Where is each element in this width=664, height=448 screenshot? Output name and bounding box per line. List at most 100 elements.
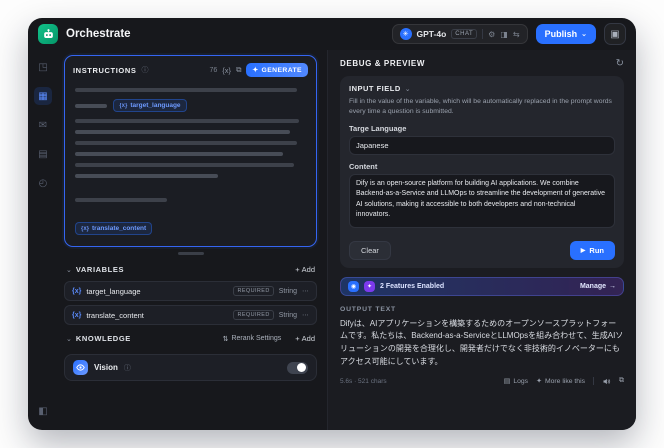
- content-textarea[interactable]: Dify is an open-source platform for buil…: [349, 173, 615, 228]
- copy-icon: ⧉: [619, 377, 624, 385]
- skeleton-line: [75, 141, 297, 145]
- variable-name: translate_content: [86, 310, 144, 320]
- nav-api-icon[interactable]: ✉: [34, 116, 52, 134]
- chevron-down-icon: ⌄: [404, 85, 411, 93]
- input-field-toggle[interactable]: INPUT FIELD ⌄: [349, 84, 615, 93]
- instructions-header: INSTRUCTIONS ⓘ 76 {x} ⧉ ✦ GENERATE: [65, 56, 316, 81]
- refresh-icon[interactable]: ↻: [616, 58, 624, 69]
- output-title: OUTPUT TEXT: [340, 305, 396, 313]
- copy-icon[interactable]: ⧉: [236, 65, 241, 75]
- action-row: Clear ▶ Run: [349, 240, 615, 260]
- skeleton-line: [75, 152, 283, 156]
- skeleton-line: [75, 174, 219, 178]
- add-variable-button[interactable]: + Add: [295, 265, 315, 274]
- robot-icon: [43, 28, 53, 38]
- model-params-icon[interactable]: ⚙: [488, 30, 495, 39]
- manage-features-button[interactable]: Manage →: [580, 283, 616, 290]
- debug-title: DEBUG & PREVIEW: [340, 59, 426, 68]
- logs-button[interactable]: ▤ Logs: [503, 377, 528, 386]
- add-knowledge-button[interactable]: + Add: [295, 334, 315, 343]
- main-area: ◳ ▦ ✉ ▤ ◴ ◧ INSTRUCTIONS ⓘ 76 {x} ⧉ ✦ GE…: [28, 50, 636, 430]
- prompt-body[interactable]: {x} target_language {x} translate_conten…: [65, 81, 316, 242]
- variable-name: target_language: [86, 286, 141, 296]
- output-meta: 5.6s · 521 chars: [340, 377, 387, 385]
- variable-menu-icon[interactable]: ⋯: [302, 311, 309, 319]
- variable-chip[interactable]: {x} target_language: [113, 99, 187, 112]
- plus-icon: +: [295, 265, 300, 274]
- screen: Orchestrate ✳ GPT-4o CHAT ⚙ ◨ ⇆ Publish …: [0, 0, 664, 448]
- logs-icon: ▤: [503, 378, 511, 386]
- variable-menu-icon[interactable]: ⋯: [302, 287, 309, 295]
- debug-header: DEBUG & PREVIEW ↻: [340, 58, 624, 69]
- target-language-label: Targe Language: [349, 123, 407, 133]
- word-count: 76: [209, 66, 218, 74]
- variable-chip-label: target_language: [130, 102, 181, 109]
- model-view-icon[interactable]: ◨: [500, 30, 508, 39]
- variable-row[interactable]: {x} translate_content REQUIRED String ⋯: [64, 305, 317, 325]
- feature-sparkle-icon: ✦: [364, 280, 375, 292]
- divider: [593, 377, 594, 386]
- chevron-down-icon[interactable]: ⌄: [66, 335, 72, 343]
- resize-handle[interactable]: [177, 252, 204, 255]
- manage-label: Manage: [579, 282, 606, 290]
- variable-row[interactable]: {x} target_language REQUIRED String ⋯: [64, 281, 317, 301]
- publish-button[interactable]: Publish ⌄: [535, 24, 596, 44]
- variable-insert-icon[interactable]: {x}: [222, 66, 231, 75]
- app-logo-icon: [38, 24, 58, 44]
- skeleton-line: [75, 119, 300, 123]
- knowledge-header: ⌄ KNOWLEDGE ⇅ Rerank Settings + Add: [64, 331, 317, 346]
- variable-chip-label: translate_content: [92, 225, 147, 232]
- variable-chip[interactable]: {x} translate_content: [75, 222, 153, 235]
- rerank-label: Rerank Settings: [231, 335, 282, 342]
- page-title: Orchestrate: [66, 28, 131, 40]
- generate-label: GENERATE: [261, 66, 302, 74]
- info-icon: ⓘ: [123, 364, 131, 372]
- add-label: Add: [301, 334, 315, 343]
- run-label: Run: [589, 245, 604, 255]
- generate-button[interactable]: ✦ GENERATE: [246, 63, 308, 77]
- divider: [482, 29, 484, 39]
- nav-orchestrate-icon[interactable]: ▦: [34, 87, 52, 105]
- variable-type: String: [278, 311, 297, 319]
- collapse-sidebar-icon[interactable]: ◧: [34, 402, 52, 420]
- rerank-settings-button[interactable]: ⇅ Rerank Settings: [223, 335, 282, 343]
- publish-label: Publish: [544, 29, 578, 39]
- nav-logs-icon[interactable]: ▤: [34, 145, 52, 163]
- extensions-button[interactable]: ▣: [604, 23, 626, 45]
- skeleton-line: [75, 88, 297, 92]
- vision-toggle[interactable]: [287, 361, 308, 374]
- skeleton-line: [75, 103, 108, 108]
- run-button[interactable]: ▶ Run: [569, 240, 615, 260]
- required-badge: REQUIRED: [233, 310, 274, 320]
- model-selector[interactable]: ✳ GPT-4o CHAT ⚙ ◨ ⇆: [391, 24, 528, 44]
- model-swap-icon[interactable]: ⇆: [513, 30, 520, 39]
- instructions-title: INSTRUCTIONS: [73, 65, 137, 75]
- skeleton-line: [75, 130, 290, 134]
- variables-header: ⌄ VARIABLES + Add: [64, 262, 317, 277]
- target-language-input[interactable]: [349, 135, 615, 155]
- chevron-down-icon[interactable]: ⌄: [66, 266, 72, 274]
- sparkle-icon: ✦: [252, 67, 259, 74]
- more-like-this-button[interactable]: ✦ More like this: [536, 377, 585, 386]
- speech-button[interactable]: [602, 377, 611, 386]
- feature-vision-icon: ◉: [348, 280, 359, 292]
- nav-annotations-icon[interactable]: ◴: [34, 174, 52, 192]
- copy-output-button[interactable]: ⧉: [619, 377, 624, 385]
- window-icon: ▣: [610, 28, 620, 40]
- play-icon: ▶: [580, 247, 586, 254]
- instructions-card[interactable]: INSTRUCTIONS ⓘ 76 {x} ⧉ ✦ GENERATE {x} t…: [64, 55, 317, 247]
- vision-card: Vision ⓘ: [64, 354, 317, 381]
- nav-overview-icon[interactable]: ◳: [34, 58, 52, 76]
- app-window: Orchestrate ✳ GPT-4o CHAT ⚙ ◨ ⇆ Publish …: [28, 18, 636, 430]
- speaker-icon: [603, 378, 611, 384]
- more-label: More like this: [544, 377, 585, 385]
- clear-button[interactable]: Clear: [349, 240, 391, 260]
- input-field-card: INPUT FIELD ⌄ Fill in the value of the v…: [340, 76, 624, 268]
- features-enabled-text: 2 Features Enabled: [380, 282, 445, 290]
- skeleton-line: [75, 198, 168, 202]
- features-bar[interactable]: ◉ ✦ 2 Features Enabled Manage →: [340, 276, 624, 296]
- variables-title: VARIABLES: [75, 265, 125, 274]
- variable-icon: {x}: [72, 311, 82, 319]
- sparkle-icon: ✦: [536, 378, 542, 386]
- arrow-right-icon: →: [609, 282, 616, 290]
